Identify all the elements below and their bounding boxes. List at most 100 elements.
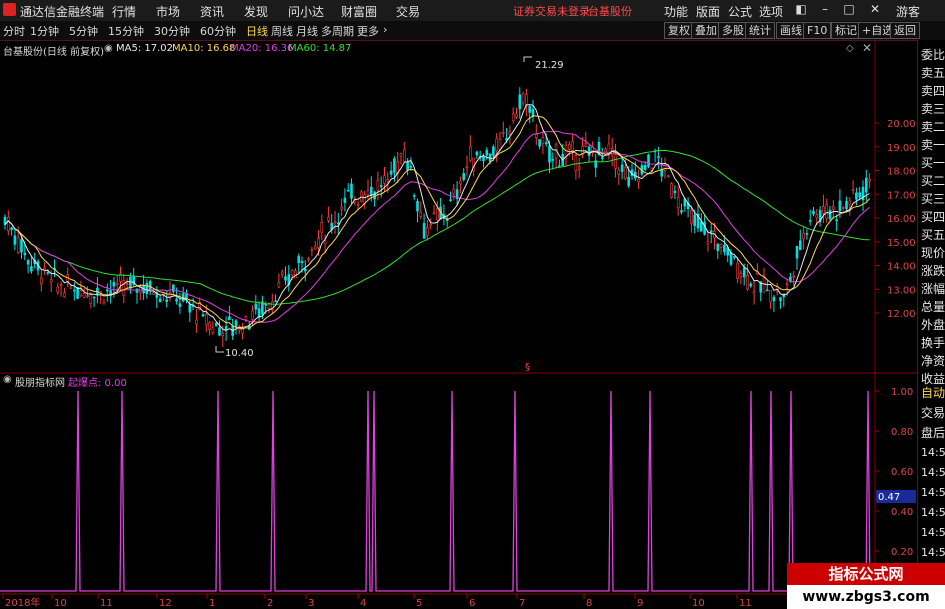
candle-body [122, 280, 126, 296]
side-panel-lower-item: 交易 [921, 406, 945, 420]
side-panel-lower-item: 14:56 [921, 546, 945, 559]
candle-body [574, 155, 578, 171]
candle-body [538, 139, 541, 147]
indicator-current-value: 0.47 [878, 492, 900, 503]
menu-discover[interactable]: 发现 [244, 3, 268, 20]
candle-body [666, 175, 670, 178]
candle-body [534, 134, 538, 138]
candle-body [277, 282, 281, 288]
candle-body [112, 282, 116, 287]
candle-body [765, 289, 769, 292]
period-1min[interactable]: 1分钟 [30, 23, 59, 39]
menu-function[interactable]: 功能 [664, 3, 688, 20]
candle-body [419, 212, 423, 217]
side-panel-lower-item: 14:56 [921, 486, 945, 499]
candle-body [79, 290, 83, 296]
candle-body [769, 290, 772, 303]
side-panel-item: 卖五 [921, 66, 945, 80]
back-button[interactable]: 返回 [890, 22, 920, 39]
chevron-right-icon[interactable]: › [383, 23, 387, 36]
chart-settings-icon[interactable]: ◇ [846, 43, 854, 54]
period-weekly[interactable]: 周线 [271, 23, 293, 39]
candle-body [20, 239, 23, 253]
chart-canvas[interactable]: 20.00 19.00 18.00 17.00 16.00 15.00 14.00 13.00… [0, 40, 917, 609]
side-panel-lower-item: 14:56 [921, 446, 945, 459]
side-panel-item: 买二 [921, 174, 945, 188]
menu-news[interactable]: 资讯 [200, 3, 224, 20]
stats-button[interactable]: 统计 [745, 22, 775, 39]
period-intraday[interactable]: 分时 [3, 23, 25, 39]
candle-body [571, 141, 574, 151]
mark-button[interactable]: 标记 [831, 22, 861, 39]
candle-body [465, 166, 469, 169]
x-axis-label: 11 [100, 598, 113, 609]
candle-body [333, 221, 337, 224]
menu-market[interactable]: 市场 [156, 3, 180, 20]
candle-body [795, 245, 799, 259]
candle-body [429, 223, 433, 226]
menu-wealth[interactable]: 财富圈 [341, 3, 377, 20]
x-axis-label: 8 [586, 598, 592, 609]
indicator-value-label: 起爆点: 0.00 [68, 378, 127, 389]
x-axis-label: 5 [416, 598, 422, 609]
candle-body [82, 293, 86, 298]
f10-button[interactable]: F10 [803, 22, 832, 39]
y-tick-label: 13.00 [887, 285, 916, 296]
candle-body [39, 277, 43, 285]
y-tick-label: 17.00 [887, 190, 916, 201]
trade-login-warning[interactable]: 证券交易未登录 [513, 3, 590, 19]
adjust-button[interactable]: 复权 [664, 22, 694, 39]
menu-layout[interactable]: 版面 [696, 3, 720, 20]
period-30min[interactable]: 30分钟 [154, 23, 190, 39]
menu-formula[interactable]: 公式 [728, 3, 752, 20]
maximize-icon[interactable]: □ [840, 2, 858, 18]
overlay-button[interactable]: 叠加 [691, 22, 721, 39]
skin-icon[interactable]: ◧ [792, 2, 810, 18]
candle-body [452, 188, 456, 195]
draw-line-button[interactable]: 画线 [776, 22, 806, 39]
title-bar: 通达信金融终端 行情 市场 资讯 发现 问小达 财富圈 交易 证券交易未登录 台… [0, 0, 945, 22]
x-axis-label: 3 [308, 598, 314, 609]
side-panel-item: 现价 [921, 246, 945, 260]
period-multi[interactable]: 多周期 [321, 23, 354, 39]
candle-body [864, 177, 868, 193]
candle-body [422, 223, 426, 239]
candle-body [848, 200, 852, 205]
period-monthly[interactable]: 月线 [296, 23, 318, 39]
period-60min[interactable]: 60分钟 [200, 23, 236, 39]
menu-quotes[interactable]: 行情 [112, 3, 136, 20]
candle-body [317, 238, 320, 248]
menu-options[interactable]: 选项 [759, 3, 783, 20]
candle-body [690, 210, 693, 224]
candle-body [841, 207, 845, 209]
indicator-tick-label: 0.20 [891, 547, 913, 558]
candle-body [280, 271, 284, 275]
period-daily[interactable]: 日线 [246, 23, 268, 39]
menu-ask[interactable]: 问小达 [288, 3, 324, 20]
minimize-icon[interactable]: – [816, 2, 834, 18]
multi-stock-button[interactable]: 多股 [718, 22, 748, 39]
chart-close-icon[interactable]: ✕ [862, 41, 872, 55]
candle-body [475, 151, 479, 156]
indicator-tick-label: 0.40 [891, 507, 913, 518]
section-marker: § [525, 362, 530, 373]
candle-body [366, 190, 370, 196]
candle-body [376, 179, 380, 191]
candle-body [749, 283, 753, 287]
period-5min[interactable]: 5分钟 [69, 23, 98, 39]
menu-trade[interactable]: 交易 [396, 3, 420, 20]
candle-body [825, 204, 829, 219]
guest-login[interactable]: 游客 [896, 3, 920, 20]
watermark-url: www.zbgs3.com [787, 585, 945, 609]
candle-body [798, 240, 802, 251]
period-more[interactable]: 更多 [357, 23, 379, 39]
candle-body [313, 246, 317, 250]
candle-body [802, 232, 805, 240]
candle-body [73, 289, 76, 292]
indicator-toggle-icon[interactable]: ◉ [3, 374, 12, 385]
side-panel-item: 卖二 [921, 120, 945, 134]
settings-circle-icon[interactable]: ◉ [104, 43, 113, 54]
close-icon[interactable]: ✕ [866, 2, 884, 18]
period-15min[interactable]: 15分钟 [108, 23, 144, 39]
candle-body [449, 199, 452, 202]
